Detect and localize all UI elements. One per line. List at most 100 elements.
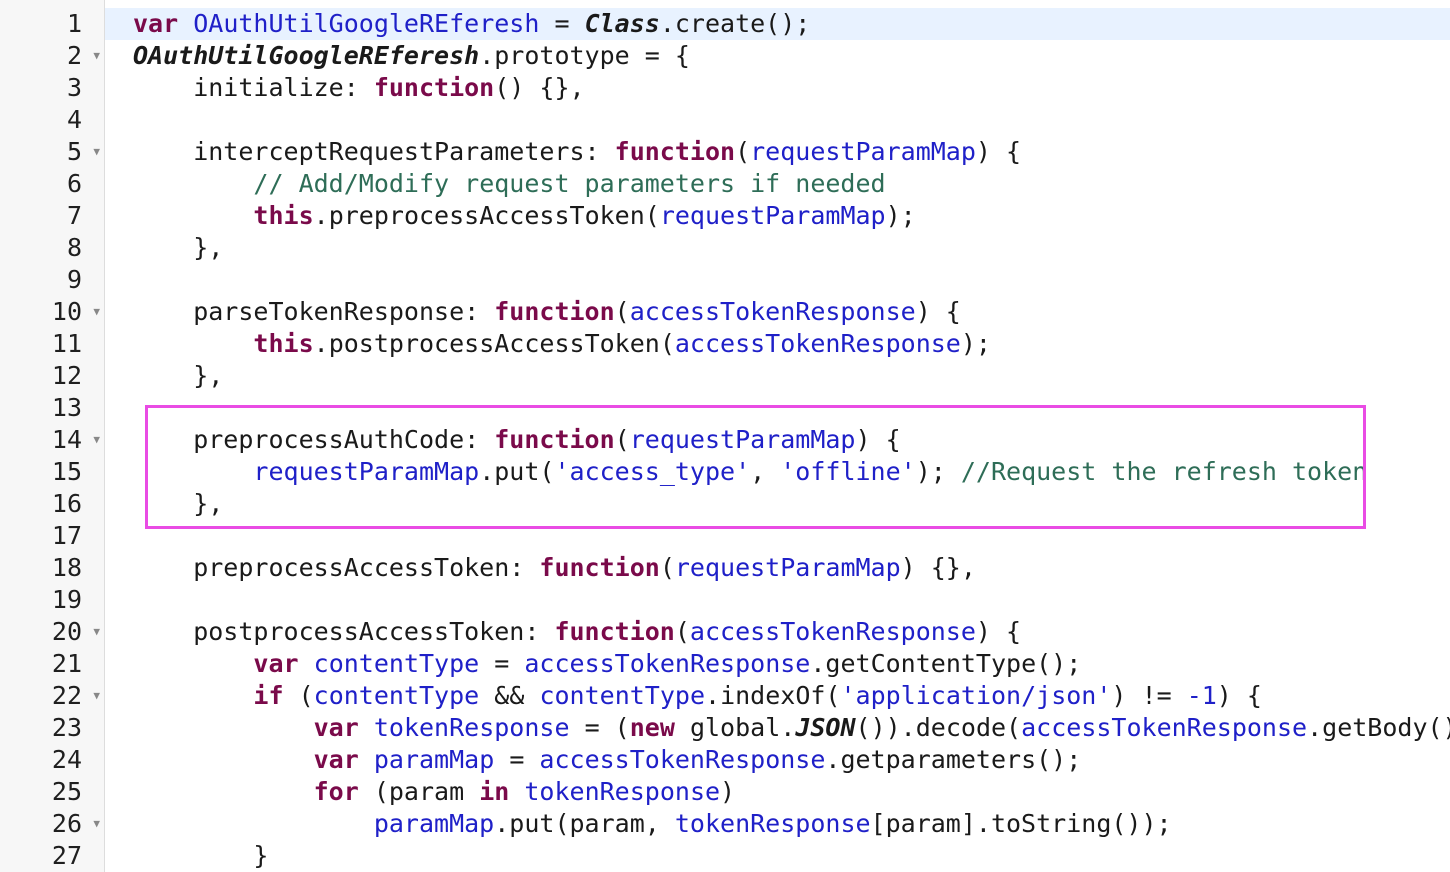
gutter-line: 25 xyxy=(0,776,104,808)
code-line[interactable]: } xyxy=(105,840,1450,872)
line-number: 8 xyxy=(66,233,82,262)
code-line[interactable]: paramMap.put(param, tokenResponse[param]… xyxy=(105,808,1450,840)
code-line[interactable] xyxy=(105,392,1450,424)
code-token: contentType xyxy=(539,681,706,710)
gutter-line: 13 xyxy=(0,392,104,424)
code-token: preprocessAuthCode: xyxy=(133,425,495,454)
code-token: Class xyxy=(584,9,660,38)
line-number: 3 xyxy=(66,73,82,102)
code-token: //Request the refresh token xyxy=(960,457,1368,486)
code-token: .postprocessAccessToken( xyxy=(313,329,675,358)
code-line[interactable]: }, xyxy=(105,488,1450,520)
code-line[interactable]: this.postprocessAccessToken(accessTokenR… xyxy=(105,328,1450,360)
code-token: ( xyxy=(614,425,630,454)
gutter-line: 20 ▼ xyxy=(0,616,104,648)
line-number: 25 xyxy=(51,777,82,806)
code-token: ( xyxy=(614,297,630,326)
code-line[interactable] xyxy=(105,520,1450,552)
code-line[interactable]: var contentType = accessTokenResponse.ge… xyxy=(105,648,1450,680)
gutter-line: 1 xyxy=(0,8,104,40)
gutter-line: 4 xyxy=(0,104,104,136)
code-line[interactable]: var paramMap = accessTokenResponse.getpa… xyxy=(105,744,1450,776)
gutter-line: 21 xyxy=(0,648,104,680)
gutter-line: 18 xyxy=(0,552,104,584)
fold-toggle-icon[interactable]: ▼ xyxy=(93,680,100,712)
code-line[interactable] xyxy=(105,264,1450,296)
code-token: function xyxy=(554,617,675,646)
code-token: for xyxy=(313,777,359,806)
gutter-line: 26 ▼ xyxy=(0,808,104,840)
line-number: 5 xyxy=(66,137,82,166)
code-token: requestParamMap xyxy=(750,137,976,166)
code-token: accessTokenResponse xyxy=(689,617,976,646)
fold-toggle-icon[interactable]: ▼ xyxy=(93,40,100,72)
code-line[interactable]: preprocessAccessToken: function(requestP… xyxy=(105,552,1450,584)
code-token: 'access_type' xyxy=(554,457,751,486)
code-area[interactable]: var OAuthUtilGoogleREferesh = Class.crea… xyxy=(105,0,1450,872)
code-token: ) { xyxy=(975,617,1022,646)
code-token: } xyxy=(133,841,269,870)
code-token: postprocessAccessToken: xyxy=(133,617,555,646)
code-token: new xyxy=(629,713,675,742)
code-token: global. xyxy=(674,713,796,742)
code-token: ); xyxy=(885,201,916,230)
code-token: 'offline' xyxy=(780,457,916,486)
line-number: 23 xyxy=(51,713,82,742)
code-token: .indexOf( xyxy=(705,681,841,710)
gutter-line: 12 xyxy=(0,360,104,392)
gutter-line: 23 xyxy=(0,712,104,744)
fold-toggle-icon[interactable]: ▼ xyxy=(93,808,100,840)
code-token: OAuthUtilGoogleREferesh xyxy=(133,41,480,70)
code-token: var xyxy=(313,713,359,742)
code-line[interactable] xyxy=(105,584,1450,616)
code-line[interactable]: initialize: function() {}, xyxy=(105,72,1450,104)
code-token: = xyxy=(539,9,585,38)
fold-toggle-icon[interactable]: ▼ xyxy=(93,616,100,648)
code-line[interactable]: parseTokenResponse: function(accessToken… xyxy=(105,296,1450,328)
code-line[interactable]: for (param in tokenResponse) xyxy=(105,776,1450,808)
code-line[interactable]: }, xyxy=(105,360,1450,392)
line-number: 17 xyxy=(51,521,82,550)
fold-toggle-icon[interactable]: ▼ xyxy=(93,424,100,456)
gutter-line: 19 xyxy=(0,584,104,616)
code-line[interactable]: OAuthUtilGoogleREferesh.prototype = { xyxy=(105,40,1450,72)
code-token: .getBody()); xyxy=(1307,713,1450,742)
code-lines[interactable]: var OAuthUtilGoogleREferesh = Class.crea… xyxy=(105,0,1450,872)
code-line[interactable]: if (contentType && contentType.indexOf('… xyxy=(105,680,1450,712)
code-token: accessTokenResponse xyxy=(674,329,961,358)
code-token: contentType xyxy=(313,649,480,678)
code-editor[interactable]: 1 2 ▼ 3 4 5 ▼ 6 7 8 9 10 ▼ 11 12 13 14 ▼ 15 16 17 18 19 20 ▼ 21 22… xyxy=(0,0,1450,872)
code-line[interactable]: }, xyxy=(105,232,1450,264)
code-line[interactable]: postprocessAccessToken: function(accessT… xyxy=(105,616,1450,648)
code-token: var xyxy=(313,745,359,774)
code-token: }, xyxy=(133,233,224,262)
code-token: function xyxy=(614,137,736,166)
fold-toggle-icon[interactable]: ▼ xyxy=(93,296,100,328)
gutter-line: 11 xyxy=(0,328,104,360)
code-token: function xyxy=(494,297,615,326)
code-token: -1 xyxy=(1186,681,1217,710)
code-line[interactable]: requestParamMap.put('access_type', 'offl… xyxy=(105,456,1450,488)
code-token: .preprocessAccessToken( xyxy=(313,201,660,230)
code-line[interactable] xyxy=(105,104,1450,136)
line-number: 12 xyxy=(51,361,82,390)
code-token: = ( xyxy=(569,713,630,742)
code-line[interactable]: var tokenResponse = (new global.JSON()).… xyxy=(105,712,1450,744)
code-line[interactable]: this.preprocessAccessToken(requestParamM… xyxy=(105,200,1450,232)
fold-toggle-icon[interactable]: ▼ xyxy=(93,136,100,168)
line-number: 15 xyxy=(51,457,82,486)
code-token: }, xyxy=(133,489,224,518)
code-line[interactable]: var OAuthUtilGoogleREferesh = Class.crea… xyxy=(105,8,1450,40)
code-token: requestParamMap xyxy=(629,425,856,454)
code-token: ); xyxy=(915,457,961,486)
code-line[interactable]: preprocessAuthCode: function(requestPara… xyxy=(105,424,1450,456)
code-token: 'application/json' xyxy=(840,681,1112,710)
code-line[interactable]: // Add/Modify request parameters if need… xyxy=(105,168,1450,200)
code-line[interactable]: interceptRequestParameters: function(req… xyxy=(105,136,1450,168)
line-number: 13 xyxy=(51,393,82,422)
